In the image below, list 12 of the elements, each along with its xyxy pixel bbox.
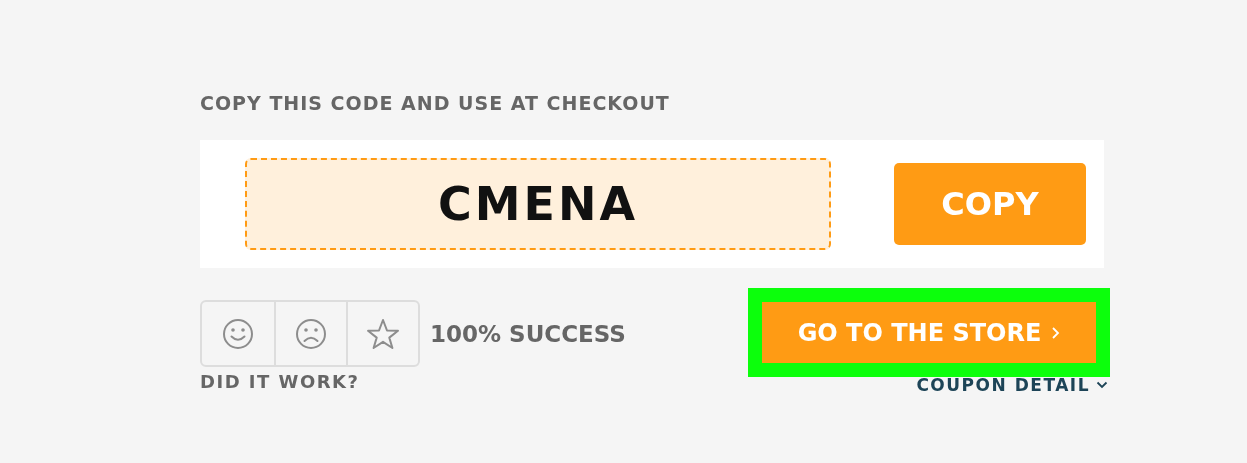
coupon-code-field: CMENA [245, 158, 831, 250]
star-icon [366, 317, 400, 350]
chevron-down-icon [1096, 381, 1108, 389]
coupon-detail-link[interactable]: COUPON DETAIL [916, 375, 1108, 395]
chevron-right-icon [1051, 325, 1061, 340]
go-to-store-button[interactable]: GO TO THE STORE [762, 302, 1096, 363]
instruction-heading: COPY THIS CODE AND USE AT CHECKOUT [200, 92, 671, 116]
feedback-question: DID IT WORK? [200, 371, 361, 392]
success-rate: 100% SUCCESS [430, 320, 626, 347]
smiley-icon [222, 317, 254, 350]
copy-button[interactable]: COPY [894, 163, 1086, 245]
sad-face-icon [295, 317, 327, 350]
